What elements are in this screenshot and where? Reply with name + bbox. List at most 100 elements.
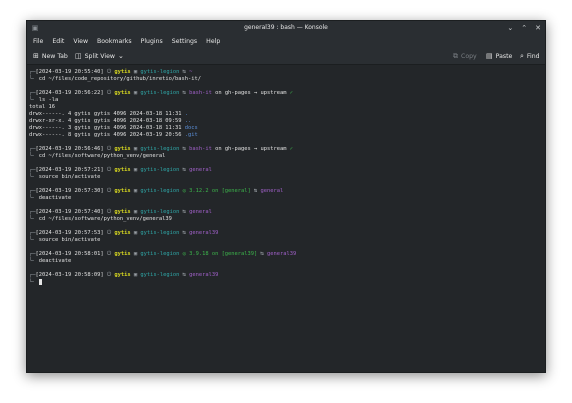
paste-label: Paste [495,53,513,60]
menu-plugins[interactable]: Plugins [141,35,163,49]
toolbar: ⊞ New Tab ◫ Split View ⌄ ⧉ Copy ▤ Paste … [27,49,545,65]
menu-view[interactable]: View [73,35,88,49]
host-icon: ▣ [130,90,141,96]
close-icon[interactable]: ✕ [535,21,541,35]
prompt-line: ┌─[2024-03-19 20:57:40] ⏻ gytis ▣ gytis-… [29,209,545,216]
folder-icon: ↹ [179,90,190,96]
file-name: .. [184,118,192,124]
command-text: source bin/activate [38,174,101,180]
prompt-time: [2024-03-19 20:56:46] [35,146,104,152]
command-text: cd ~/files/code_repository/github/inreti… [38,76,202,82]
menu-help[interactable]: Help [206,35,220,49]
prompt-host: gytis-legion [140,272,180,278]
maximize-icon[interactable]: ⌃ [521,21,527,35]
user-icon: ⏻ [103,146,115,152]
command-line: └╴ source bin/activate [29,237,545,244]
prompt-line: ┌─[2024-03-19 20:58:09] ⏻ gytis ▣ gytis-… [29,272,545,279]
host-icon: ▣ [130,209,141,215]
prompt-line: ┌─[2024-03-19 20:56:22] ⏻ gytis ▣ gytis-… [29,90,545,97]
window-controls: ⌄ ⌃ ✕ [507,21,541,35]
new-tab-button[interactable]: ⊞ New Tab [33,49,68,64]
prompt-time: [2024-03-19 20:55:40] [35,69,104,75]
menu-bookmarks[interactable]: Bookmarks [97,35,132,49]
host-icon: ▣ [130,146,141,152]
prompt-host: gytis-legion [140,230,180,236]
split-view-icon: ◫ [75,52,82,60]
paste-icon: ▤ [486,52,493,60]
host-icon: ▣ [130,188,141,194]
text-cursor [38,279,42,285]
menu-file[interactable]: File [33,35,43,49]
command-line: └╴ cd ~/files/software/python_venv/gener… [29,153,545,160]
prompt-time: [2024-03-19 20:57:53] [35,230,104,236]
git-branch: on gh-pages → upstream [215,90,287,96]
new-tab-icon: ⊞ [33,52,39,60]
folder-icon: ↹ [179,209,190,215]
terminal-area[interactable]: ┌─[2024-03-19 20:55:40] ⏻ gytis ▣ gytis-… [27,65,545,372]
folder-icon: ↹ [250,188,261,194]
menu-settings[interactable]: Settings [172,35,197,49]
title-bar[interactable]: ▣ general39 : bash — Konsole ⌄ ⌃ ✕ [27,21,545,35]
prompt-dir: general39 [189,230,219,236]
output-text: drwx------. 3 gytis gytis 4096 2024-03-1… [29,125,185,131]
prompt-dir: general39 [267,251,297,257]
command-text: ls -la [38,97,59,103]
command-line: └╴ source bin/activate [29,174,545,181]
copy-button[interactable]: ⧉ Copy [453,49,477,64]
user-icon: ⏻ [103,69,115,75]
prompt-time: [2024-03-19 20:57:40] [35,209,104,215]
python-icon: ◎ [179,188,190,194]
prompt-dir: bash-it [189,146,212,152]
chevron-down-icon: ⌄ [118,52,124,60]
prompt-line: ┌─[2024-03-19 20:57:30] ⏻ gytis ▣ gytis-… [29,188,545,195]
prompt-corner: └╴ [29,153,39,159]
prompt-dir: general39 [189,272,219,278]
user-icon: ⏻ [103,251,115,257]
host-icon: ▣ [130,272,141,278]
prompt-time: [2024-03-19 20:58:09] [35,272,104,278]
file-name: docs [184,125,198,131]
copy-icon: ⧉ [453,52,458,60]
command-text: source bin/activate [38,237,101,243]
python-icon: ◎ [179,251,190,257]
prompt-host: gytis-legion [140,69,180,75]
paste-button[interactable]: ▤ Paste [486,49,512,64]
prompt-line: ┌─[2024-03-19 20:55:40] ⏻ gytis ▣ gytis-… [29,69,545,76]
find-button[interactable]: ⌕ Find [520,49,540,64]
prompt-host: gytis-legion [140,167,180,173]
host-icon: ▣ [130,69,141,75]
konsole-window: ▣ general39 : bash — Konsole ⌄ ⌃ ✕ File … [26,20,546,373]
prompt-host: gytis-legion [140,188,180,194]
prompt-dir: ~ [189,69,193,75]
minimize-icon[interactable]: ⌄ [507,21,513,35]
prompt-corner: └╴ [29,195,39,201]
user-icon: ⏻ [103,272,115,278]
prompt-user: gytis [114,69,131,75]
output-line: drwx------. 8 gytis gytis 4096 2024-03-1… [29,132,545,139]
prompt-time: [2024-03-19 20:58:01] [35,251,104,257]
prompt-corner: └╴ [29,279,39,286]
prompt-host: gytis-legion [140,251,180,257]
prompt-user: gytis [114,90,131,96]
prompt-user: gytis [114,251,131,257]
split-view-button[interactable]: ◫ Split View ⌄ [75,49,124,64]
prompt-user: gytis [114,272,131,278]
output-line: drwxr-xr-x. 4 gytis gytis 4096 2024-03-1… [29,118,545,125]
prompt-user: gytis [114,209,131,215]
prompt-time: [2024-03-19 20:56:22] [35,90,104,96]
file-name: . [184,111,189,117]
prompt-line: ┌─[2024-03-19 20:57:53] ⏻ gytis ▣ gytis-… [29,230,545,237]
git-branch: on gh-pages → upstream [215,146,287,152]
output-text: drwx------. 8 gytis gytis 4096 2024-03-1… [29,132,185,138]
host-icon: ▣ [130,167,141,173]
menu-edit[interactable]: Edit [52,35,64,49]
command-line: └╴ deactivate [29,195,545,202]
command-text: cd ~/files/software/python_venv/general [38,153,166,159]
prompt-user: gytis [114,188,131,194]
folder-icon: ↹ [179,146,190,152]
